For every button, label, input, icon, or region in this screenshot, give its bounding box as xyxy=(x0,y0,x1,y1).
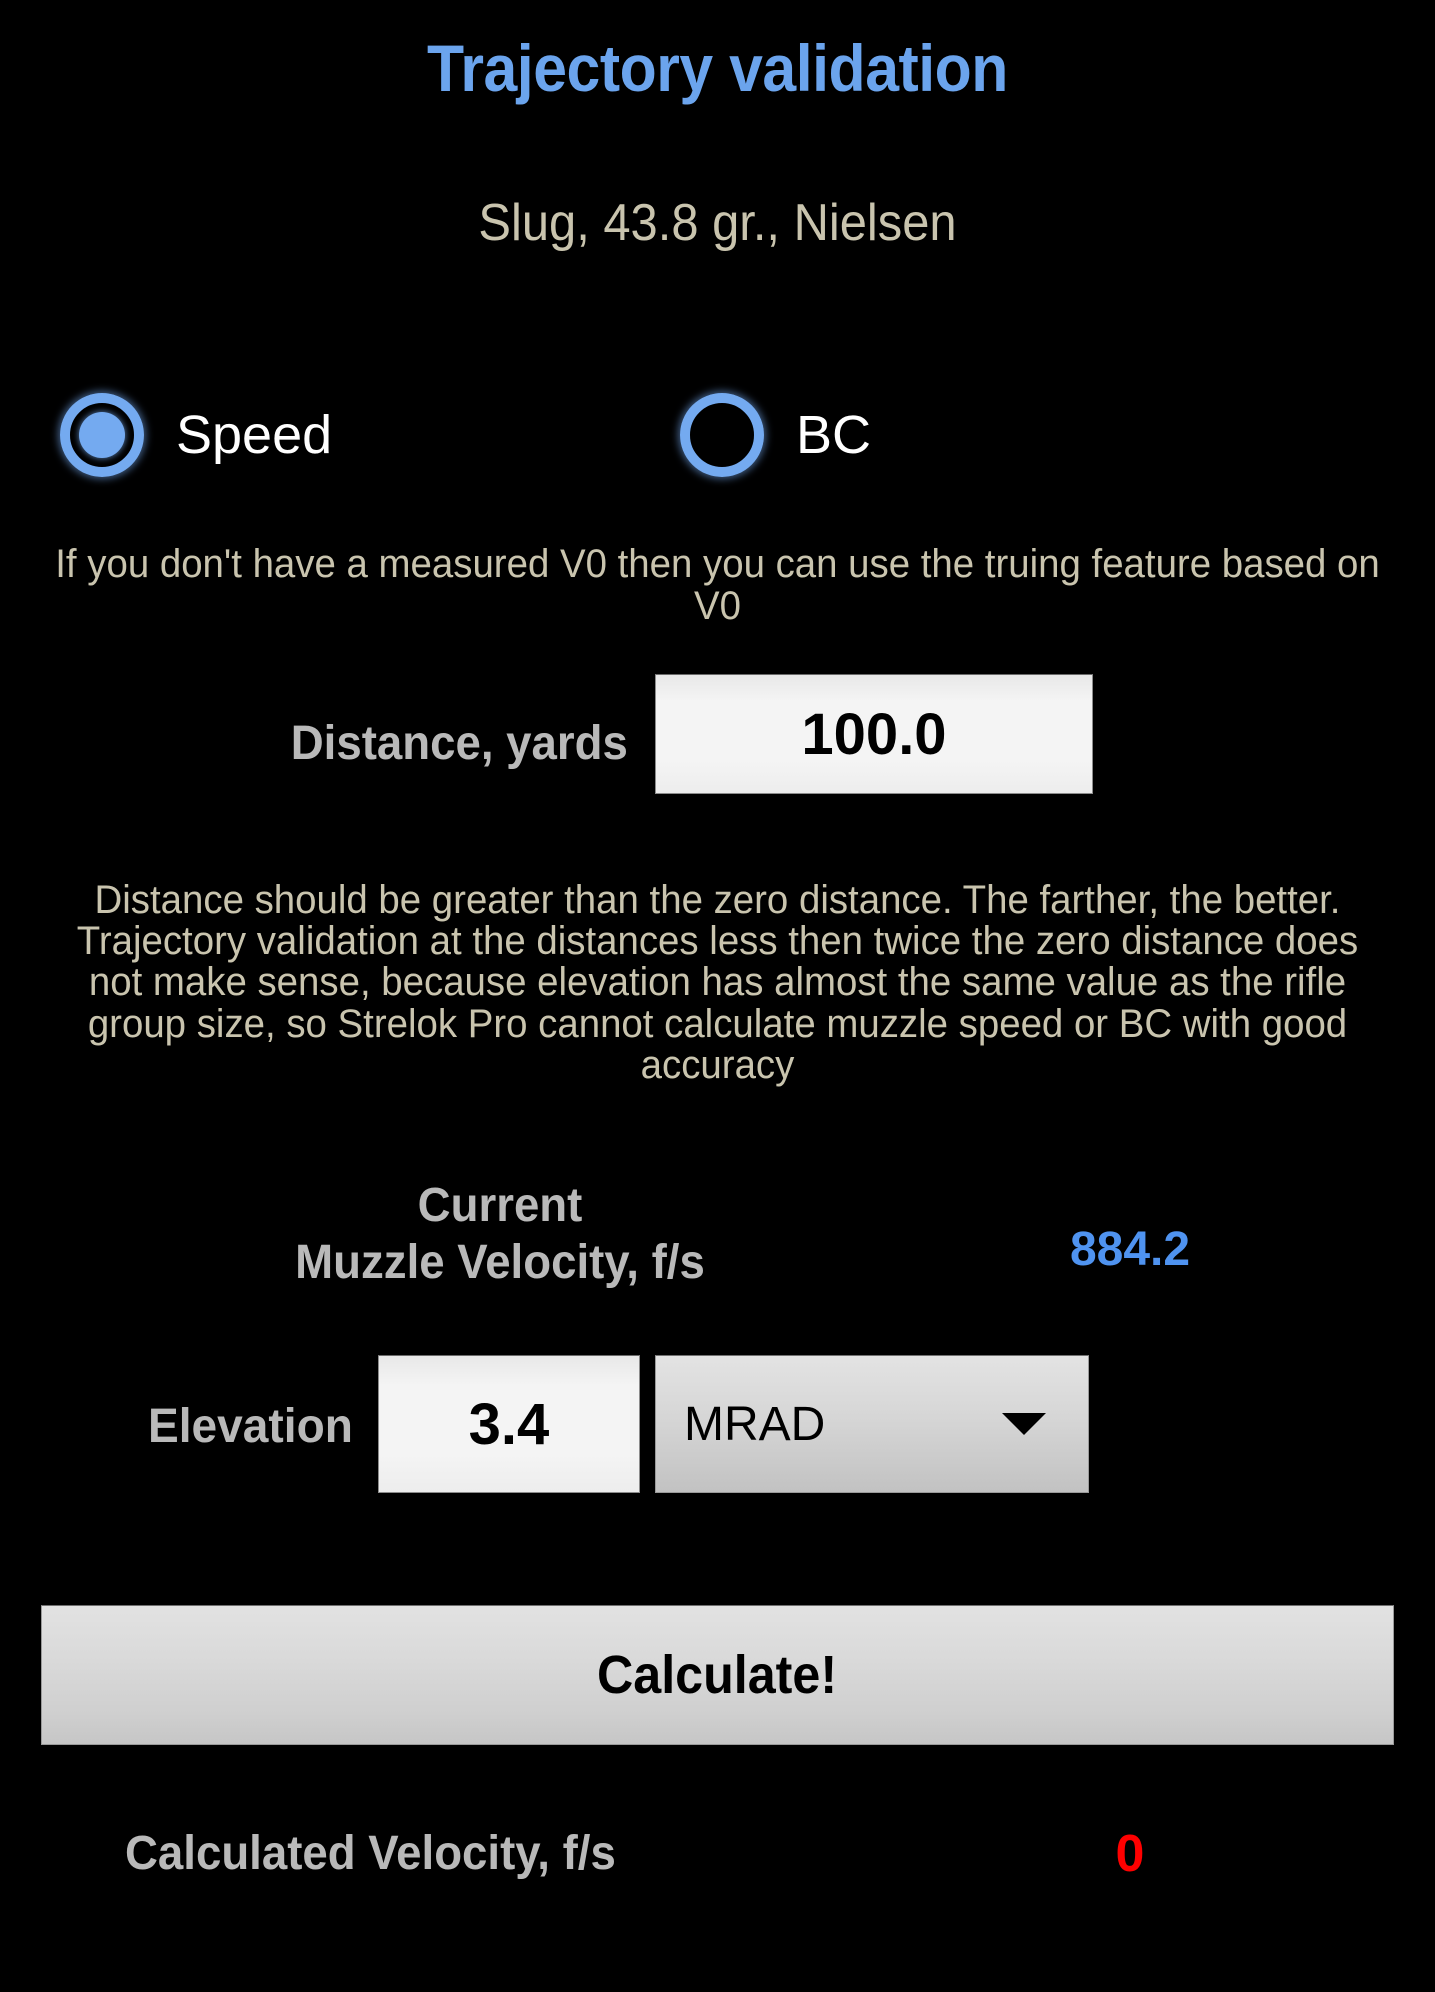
radio-speed-dot xyxy=(79,412,125,458)
page-title: Trajectory validation xyxy=(427,31,1008,105)
elevation-unit-dropdown[interactable]: MRAD xyxy=(655,1355,1089,1493)
current-muzzle-velocity-value: 884.2 xyxy=(1069,1223,1191,1276)
radio-option-speed[interactable]: Speed xyxy=(60,373,332,497)
trajectory-validation-screen: Trajectory validation Slug, 43.8 gr., Ni… xyxy=(0,0,1435,1992)
distance-hint-text: Distance should be greater than the zero… xyxy=(76,878,1359,1087)
current-muzzle-velocity-label-line2: Muzzle Velocity, f/s xyxy=(295,1235,705,1289)
radio-speed-label: Speed xyxy=(176,405,333,465)
radio-bc-label: BC xyxy=(796,405,872,465)
elevation-unit-value: MRAD xyxy=(684,1397,826,1451)
calculated-velocity-label: Calculated Velocity, f/s xyxy=(125,1827,616,1880)
distance-label: Distance, yards xyxy=(290,717,628,770)
v0-hint-text: If you don't have a measured V0 then you… xyxy=(55,542,1380,628)
radio-option-bc[interactable]: BC xyxy=(680,373,871,497)
current-muzzle-velocity-row: Current Muzzle Velocity, f/s 884.2 xyxy=(0,1178,1435,1298)
calculate-button[interactable]: Calculate! xyxy=(41,1605,1394,1745)
calculated-velocity-row: Calculated Velocity, f/s 0 xyxy=(0,1800,1435,1910)
distance-row: Distance, yards 100.0 xyxy=(0,674,1435,794)
bullet-profile-subtitle: Slug, 43.8 gr., Nielsen xyxy=(478,194,957,252)
radio-bc-icon[interactable] xyxy=(680,393,764,477)
radio-speed-icon[interactable] xyxy=(60,393,144,477)
distance-input[interactable]: 100.0 xyxy=(655,674,1093,794)
current-muzzle-velocity-label: Current Muzzle Velocity, f/s xyxy=(196,1178,804,1291)
elevation-input[interactable]: 3.4 xyxy=(378,1355,640,1493)
current-muzzle-velocity-label-line1: Current xyxy=(417,1179,583,1232)
mode-selector-group: Speed BC xyxy=(0,373,1435,497)
elevation-label: Elevation xyxy=(148,1400,353,1453)
calculated-velocity-value: 0 xyxy=(1115,1825,1145,1883)
calculate-button-label: Calculate! xyxy=(597,1645,838,1705)
elevation-row: Elevation 3.4 MRAD xyxy=(0,1355,1435,1493)
chevron-down-icon[interactable] xyxy=(1002,1413,1046,1435)
